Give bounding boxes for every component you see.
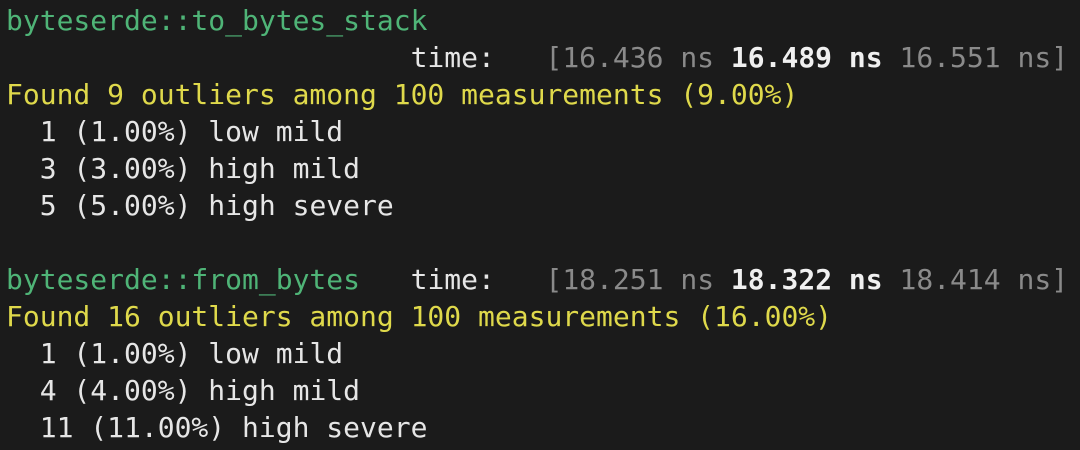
time-high: 18.414 ns <box>899 263 1052 296</box>
outlier-detail-text: 11 (11.00%) high severe <box>39 411 428 444</box>
bracket-close: ] <box>1051 41 1069 74</box>
bracket-open: [ <box>545 263 563 296</box>
outlier-detail: 11 (11.00%) high severe <box>6 409 1080 446</box>
outlier-summary: Found 9 outliers among 100 measurements … <box>6 78 799 111</box>
bracket-open: [ <box>545 41 563 74</box>
bench-name-line: byteserde::to_bytes_stack <box>6 2 1080 39</box>
outlier-detail: 3 (3.00%) high mild <box>6 150 1080 187</box>
terminal-output: byteserde::to_bytes_stack time: [16.436 … <box>0 0 1080 450</box>
time-estimate: 16.489 ns <box>730 41 883 74</box>
outlier-detail: 4 (4.00%) high mild <box>6 372 1080 409</box>
time-line: byteserde::from_bytes time: [18.251 ns 1… <box>6 261 1080 298</box>
time-low: 18.251 ns <box>562 263 715 296</box>
time-line: time: [16.436 ns 16.489 ns 16.551 ns] <box>6 39 1080 76</box>
time-high: 16.551 ns <box>899 41 1052 74</box>
outlier-detail-text: 1 (1.00%) low mild <box>39 115 344 148</box>
bench-name: byteserde::from_bytes <box>6 263 361 296</box>
outlier-detail: 5 (5.00%) high severe <box>6 187 1080 224</box>
outlier-summary: Found 16 outliers among 100 measurements… <box>6 300 833 333</box>
bracket-close: ] <box>1051 263 1069 296</box>
time-low: 16.436 ns <box>562 41 715 74</box>
outlier-detail-text: 1 (1.00%) low mild <box>39 337 344 370</box>
time-label: time: <box>410 263 495 296</box>
outlier-detail-text: 4 (4.00%) high mild <box>39 374 361 407</box>
outlier-detail: 1 (1.00%) low mild <box>6 113 1080 150</box>
bench-name: byteserde::to_bytes_stack <box>6 4 428 37</box>
outlier-detail-text: 3 (3.00%) high mild <box>39 152 361 185</box>
time-label: time: <box>410 41 495 74</box>
outlier-detail-text: 5 (5.00%) high severe <box>39 189 394 222</box>
time-estimate: 18.322 ns <box>730 263 883 296</box>
outlier-detail: 1 (1.00%) low mild <box>6 335 1080 372</box>
